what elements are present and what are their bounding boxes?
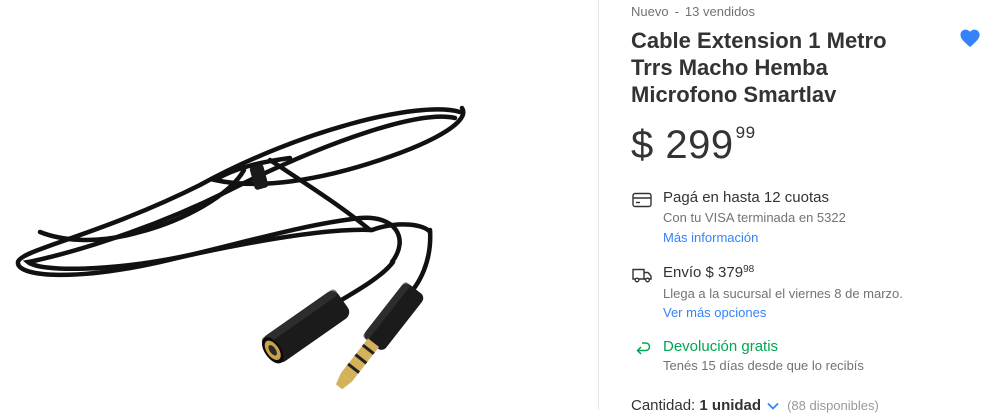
price-amount: 299 — [665, 123, 734, 167]
installments-more-info-link[interactable]: Más información — [663, 230, 758, 245]
subtitle-separator: - — [674, 4, 679, 19]
shipping-cost: Envío $ 37998 — [663, 264, 754, 281]
vertical-divider — [598, 0, 599, 410]
heart-icon[interactable] — [959, 28, 981, 48]
chevron-down-icon[interactable] — [767, 402, 779, 410]
quantity-available: (88 disponibles) — [787, 398, 879, 413]
product-subtitle: Nuevo -13 vendidos — [631, 4, 755, 19]
quantity-label: Cantidad: — [631, 397, 696, 414]
sold-count: 13 vendidos — [684, 4, 756, 19]
truck-icon — [632, 268, 652, 283]
price-currency: $ — [631, 123, 654, 167]
return-arrow-icon — [636, 342, 651, 355]
credit-card-icon — [632, 192, 652, 208]
installments-detail: Con tu VISA terminada en 5322 — [663, 210, 846, 225]
returns-detail: Tenés 15 días desde que lo recibís — [663, 358, 864, 373]
product-price: $ 299 99 — [631, 123, 756, 168]
shipping-cents: 98 — [743, 264, 755, 275]
returns-section: Devolución gratis Tenés 15 días desde qu… — [631, 338, 1005, 378]
product-image-gallery — [0, 0, 598, 410]
installments-section: Pagá en hasta 12 cuotas Con tu VISA term… — [631, 189, 1005, 249]
returns-title: Devolución gratis — [663, 338, 779, 355]
shipping-section: Envío $ 37998 Llega a la sucursal el vie… — [631, 264, 1005, 324]
installments-title: Pagá en hasta 12 cuotas — [663, 189, 829, 206]
shipping-amount: 379 — [718, 264, 744, 281]
product-info-panel: Nuevo -13 vendidos Cable Extension 1 Metr… — [631, 0, 1005, 414]
condition-label: Nuevo — [631, 4, 669, 19]
shipping-more-options-link[interactable]: Ver más opciones — [663, 305, 766, 320]
product-title: Cable Extension 1 Metro Trrs Macho Hemba… — [631, 28, 887, 107]
product-image[interactable] — [0, 0, 598, 410]
shipping-label: Envío — [663, 264, 702, 281]
quantity-selector[interactable]: Cantidad: 1 unidad (88 disponibles) — [631, 397, 879, 414]
shipping-detail: Llega a la sucursal el viernes 8 de marz… — [663, 286, 903, 301]
quantity-value[interactable]: 1 unidad — [699, 397, 761, 414]
price-cents: 99 — [735, 123, 756, 142]
shipping-currency: $ — [705, 264, 714, 281]
